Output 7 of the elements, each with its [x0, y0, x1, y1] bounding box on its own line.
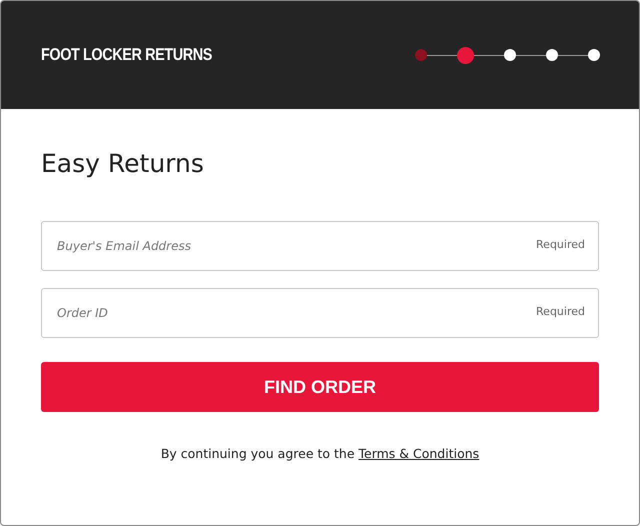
brand-title: FOOT LOCKER RETURNS — [41, 45, 212, 65]
terms-link[interactable]: Terms & Conditions — [358, 446, 480, 461]
terms-text: By continuing you agree to the Terms & Conditions — [160, 446, 480, 461]
find-order-button[interactable]: FIND ORDER — [41, 362, 599, 412]
page-heading: Easy Returns — [41, 148, 205, 180]
required-hint: Required — [536, 305, 585, 318]
required-hint: Required — [536, 238, 585, 251]
